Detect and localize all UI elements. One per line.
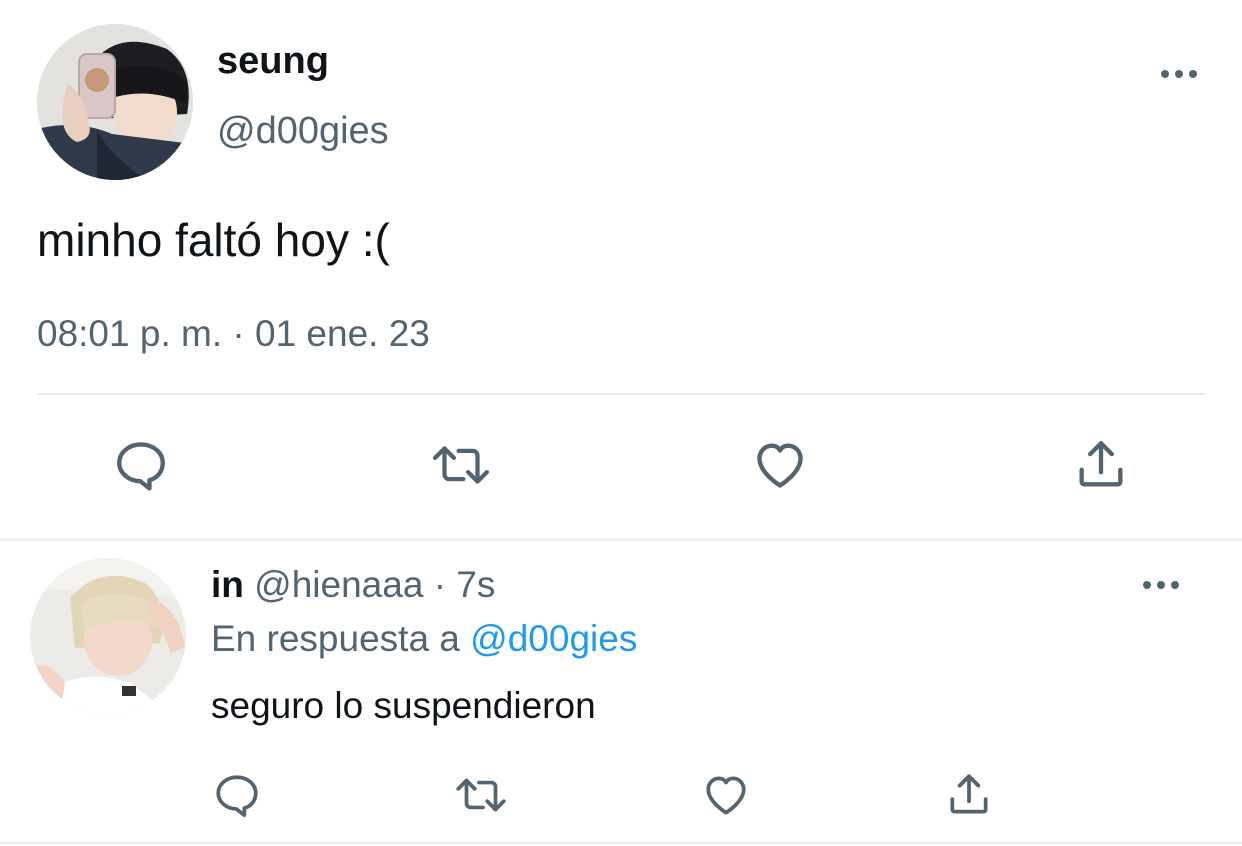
- display-name[interactable]: seung: [217, 38, 329, 84]
- tweet-time[interactable]: 7s: [456, 564, 495, 605]
- tweet-text: minho faltó hoy :(: [37, 214, 390, 266]
- like-icon[interactable]: [700, 770, 752, 820]
- reply-icon[interactable]: [212, 770, 262, 820]
- tweet-timestamp[interactable]: 08:01 p. m. · 01 ene. 23: [37, 312, 430, 356]
- in-reply-to: En respuesta a @d00gies: [211, 617, 637, 661]
- divider: [37, 393, 1206, 395]
- mention-link[interactable]: @d00gies: [470, 618, 637, 659]
- share-icon[interactable]: [944, 770, 994, 820]
- bottom-divider: [0, 842, 1242, 844]
- user-handle[interactable]: @d00gies: [217, 108, 389, 154]
- section-divider: [0, 538, 1242, 541]
- in-reply-to-label: En respuesta a: [211, 618, 460, 659]
- share-icon[interactable]: [1072, 436, 1130, 494]
- separator: ·: [433, 564, 447, 605]
- like-icon[interactable]: [750, 436, 810, 494]
- display-name[interactable]: in: [211, 564, 244, 605]
- more-options-icon[interactable]: [1142, 577, 1182, 593]
- main-tweet-avatar[interactable]: [37, 24, 193, 180]
- reply-icon[interactable]: [112, 436, 170, 494]
- user-handle[interactable]: @hienaaa: [254, 564, 423, 605]
- reply-tweet-avatar[interactable]: [30, 558, 186, 714]
- reply-header: in @hienaaa · 7s: [211, 563, 495, 607]
- retweet-icon[interactable]: [452, 770, 510, 820]
- retweet-icon[interactable]: [428, 436, 494, 494]
- tweet-text: seguro lo suspendieron: [211, 685, 596, 726]
- more-options-icon[interactable]: [1160, 66, 1200, 82]
